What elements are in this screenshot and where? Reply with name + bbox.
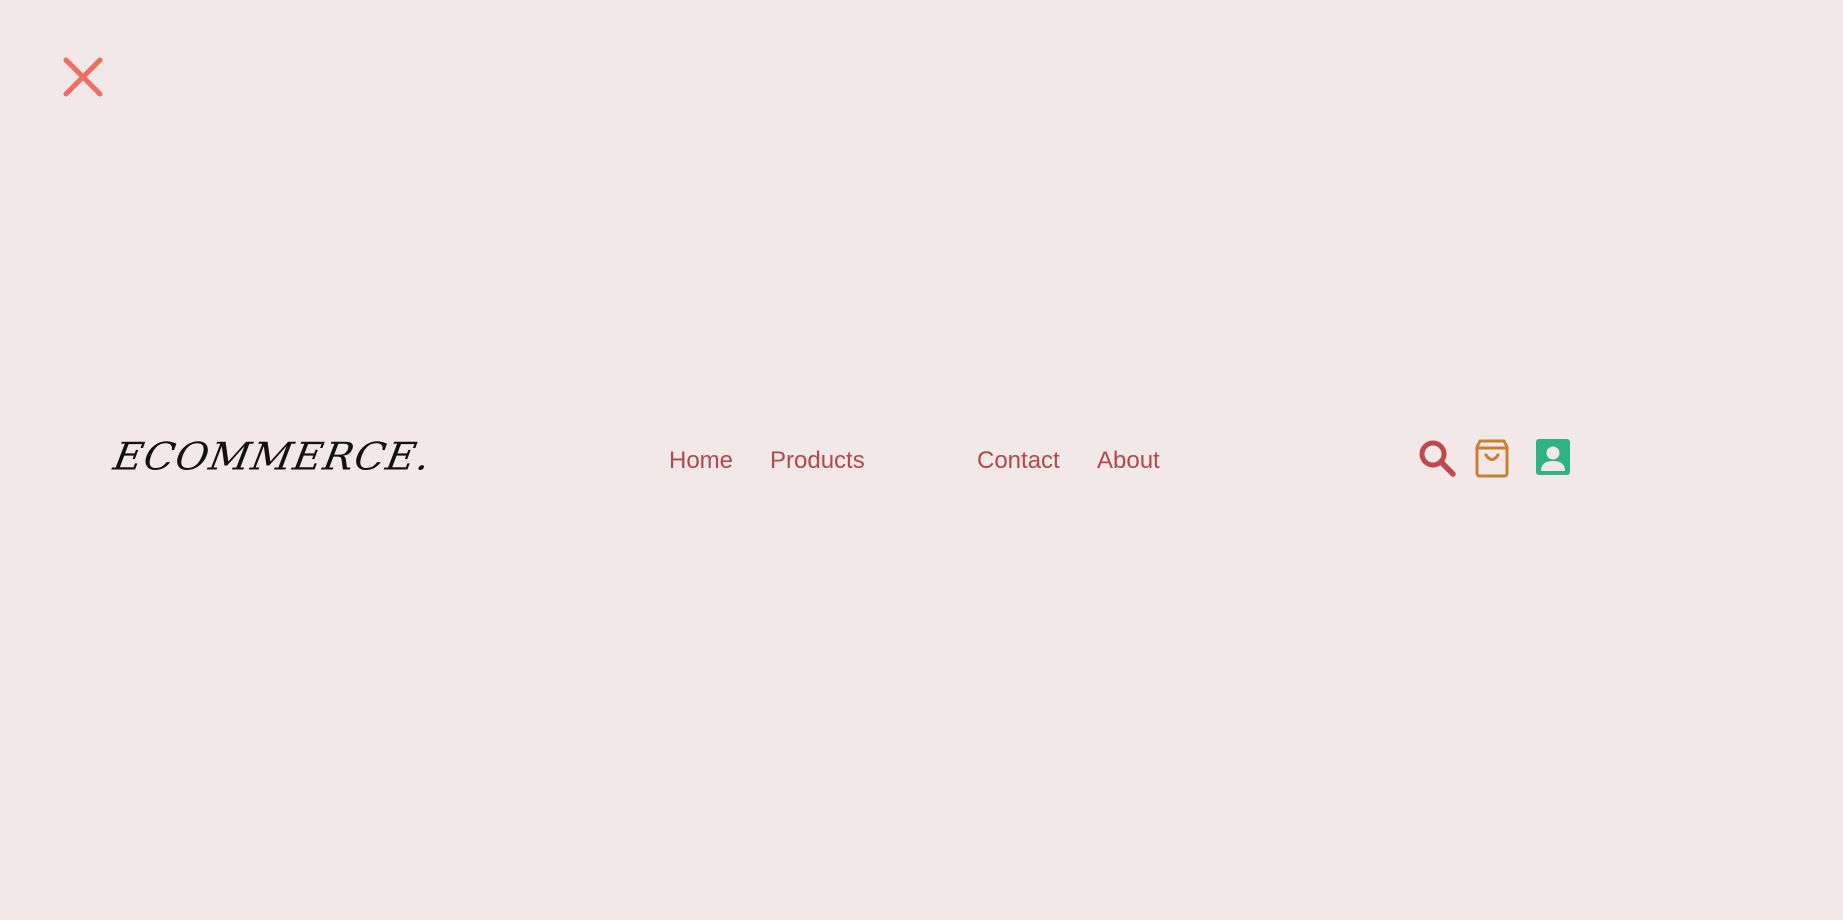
close-icon	[60, 54, 106, 100]
account-button[interactable]	[1535, 438, 1571, 476]
site-logo[interactable]: ECOMMERCE.	[110, 435, 434, 479]
shopping-bag-icon	[1474, 438, 1510, 478]
main-navbar: ECOMMERCE. Home Products Contact About	[0, 420, 1843, 500]
nav-link-home[interactable]: Home	[669, 447, 733, 475]
nav-link-products[interactable]: Products	[770, 447, 865, 475]
nav-link-contact[interactable]: Contact	[977, 447, 1060, 475]
user-account-icon	[1535, 438, 1571, 476]
search-button[interactable]	[1417, 438, 1459, 480]
cart-button[interactable]	[1474, 438, 1510, 478]
search-icon	[1417, 438, 1459, 480]
close-button[interactable]	[60, 54, 106, 100]
nav-link-about[interactable]: About	[1097, 447, 1160, 475]
